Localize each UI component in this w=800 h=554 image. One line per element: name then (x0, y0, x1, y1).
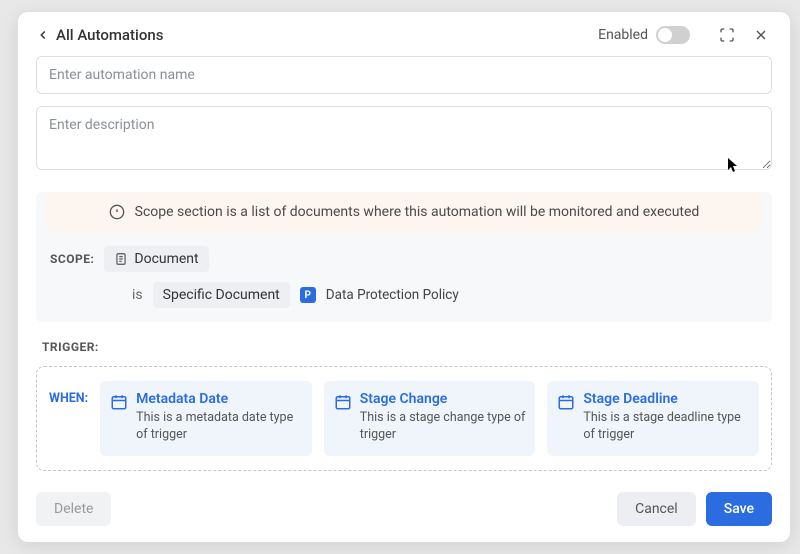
trigger-card-stage-deadline[interactable]: Stage Deadline This is a stage deadline … (547, 381, 759, 456)
info-icon (109, 204, 125, 220)
modal-body: Scope section is a list of documents whe… (18, 56, 790, 480)
trigger-card-desc: This is a stage change type of trigger (360, 410, 526, 444)
scope-specific-chip[interactable]: Specific Document (153, 282, 290, 308)
scope-label: SCOPE: (50, 252, 94, 266)
back-button[interactable]: All Automations (36, 26, 163, 44)
trigger-section: WHEN: Metadata Date This is a metadata d… (36, 366, 772, 471)
automation-description-input[interactable] (36, 106, 772, 170)
calendar-icon (334, 393, 352, 444)
trigger-section-label: TRIGGER: (36, 340, 772, 354)
close-icon (753, 27, 769, 43)
automation-editor-modal: All Automations Enabled Scope section is… (18, 12, 790, 542)
scope-type-label: Document (134, 251, 198, 267)
document-icon (114, 252, 128, 266)
trigger-card-metadata-date[interactable]: Metadata Date This is a metadata date ty… (100, 381, 312, 456)
enabled-label: Enabled (598, 27, 648, 43)
calendar-icon (110, 393, 128, 444)
delete-button[interactable]: Delete (36, 492, 111, 526)
trigger-card-title: Stage Deadline (583, 391, 749, 407)
cancel-button[interactable]: Cancel (617, 492, 696, 526)
scope-type-chip[interactable]: Document (104, 246, 208, 272)
modal-header: All Automations Enabled (18, 12, 790, 56)
back-label: All Automations (56, 26, 163, 44)
trigger-card-desc: This is a metadata date type of trigger (136, 410, 302, 444)
scope-info-banner: Scope section is a list of documents whe… (46, 192, 762, 232)
save-button[interactable]: Save (706, 492, 772, 526)
trigger-card-desc: This is a stage deadline type of trigger (583, 410, 749, 444)
close-button[interactable] (750, 24, 772, 46)
trigger-card-stage-change[interactable]: Stage Change This is a stage change type… (324, 381, 536, 456)
trigger-when-label: WHEN: (49, 381, 88, 406)
modal-footer: Delete Cancel Save (18, 480, 790, 542)
automation-name-input[interactable] (36, 56, 772, 94)
fullscreen-button[interactable] (716, 24, 738, 46)
scope-specific-label: Specific Document (163, 287, 280, 303)
scope-info-text: Scope section is a list of documents whe… (135, 204, 700, 220)
chevron-left-icon (36, 28, 50, 42)
trigger-card-title: Metadata Date (136, 391, 302, 407)
fullscreen-icon (719, 27, 735, 43)
calendar-icon (557, 393, 575, 444)
document-badge-icon: P (300, 287, 316, 303)
trigger-card-title: Stage Change (360, 391, 526, 407)
scope-is-text: is (132, 287, 143, 303)
enabled-toggle[interactable] (656, 26, 690, 44)
scope-document-name: Data Protection Policy (326, 287, 459, 303)
scope-section: Scope section is a list of documents whe… (36, 192, 772, 322)
